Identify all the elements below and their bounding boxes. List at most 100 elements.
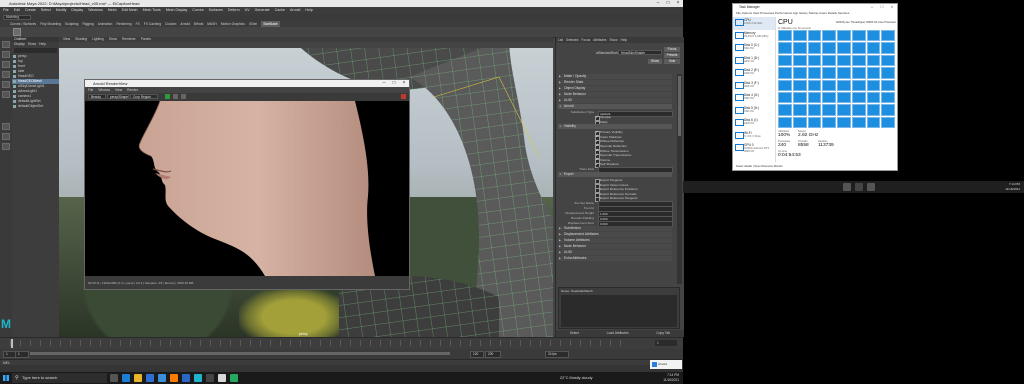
mail-icon[interactable] bbox=[158, 374, 166, 382]
maya-taskbar-icon[interactable] bbox=[194, 374, 202, 382]
menu-select[interactable]: Select bbox=[41, 7, 51, 14]
notepad-icon[interactable] bbox=[218, 374, 226, 382]
whatsapp-icon[interactable] bbox=[230, 374, 238, 382]
load-attributes-button[interactable]: Load Attributes bbox=[607, 330, 629, 337]
node-name-field[interactable]: HeadSkinShader bbox=[618, 50, 662, 55]
attribute-tab[interactable]: Selected bbox=[566, 37, 578, 43]
layout-four-icon[interactable] bbox=[2, 133, 10, 140]
menu-uv[interactable]: UV bbox=[245, 7, 250, 14]
outliner-search-input[interactable] bbox=[14, 48, 57, 53]
file-explorer-icon[interactable] bbox=[134, 374, 142, 382]
menu-cache[interactable]: Cache bbox=[275, 7, 285, 14]
performance-item[interactable]: Disk 2 (E:) HDD 0% bbox=[733, 67, 775, 80]
performance-item[interactable]: Disk 0 (C:) SSD 0% bbox=[733, 42, 775, 55]
range-start-field[interactable]: 1 bbox=[15, 351, 29, 358]
menu-edit-mesh[interactable]: Edit Mesh bbox=[122, 7, 138, 14]
notes-textarea[interactable] bbox=[561, 295, 677, 327]
store-icon[interactable] bbox=[146, 374, 154, 382]
section-header[interactable]: Volume Attributes bbox=[558, 237, 672, 243]
copy-tab-button[interactable]: Copy Tab bbox=[656, 330, 670, 337]
section-header[interactable]: Extra Attributes bbox=[558, 255, 672, 261]
outliner-item[interactable]: defaultObjectSet bbox=[12, 104, 59, 109]
menu-edit[interactable]: Edit bbox=[14, 7, 20, 14]
performance-item[interactable]: Disk 3 (F:) HDD 0% bbox=[733, 80, 775, 93]
right-task-icon-1[interactable] bbox=[843, 183, 851, 191]
menu-mesh[interactable]: Mesh bbox=[108, 7, 117, 14]
region-dropdown[interactable]: Crop Region bbox=[130, 94, 158, 99]
firefox-icon[interactable] bbox=[170, 374, 178, 382]
select-tool-icon[interactable] bbox=[2, 41, 10, 48]
shelf-tool-icon[interactable] bbox=[13, 28, 21, 36]
section-header[interactable]: Matte / Opacity bbox=[558, 74, 672, 79]
attribute-tab[interactable]: Show bbox=[610, 37, 618, 43]
section-header[interactable]: Render Stats bbox=[558, 80, 672, 85]
select-button[interactable]: Select bbox=[570, 330, 579, 337]
render-snapshot-icon[interactable] bbox=[181, 94, 186, 99]
section-header[interactable]: Subdivision bbox=[558, 225, 672, 231]
render-stop-icon[interactable] bbox=[401, 94, 406, 99]
section-header[interactable]: Node Behavior bbox=[558, 92, 672, 97]
menu-surfaces[interactable]: Surfaces bbox=[209, 7, 223, 14]
lasso-tool-icon[interactable] bbox=[2, 51, 10, 58]
range-bar[interactable] bbox=[30, 352, 450, 355]
outliner-menu-item[interactable]: Help bbox=[39, 42, 46, 47]
menu-deform[interactable]: Deform bbox=[228, 7, 240, 14]
section-header[interactable]: Displacement Attributes bbox=[558, 231, 672, 237]
render-close-icon[interactable]: × bbox=[399, 80, 409, 87]
attribute-scrollbar[interactable] bbox=[677, 74, 682, 284]
menu-help[interactable]: Help bbox=[305, 7, 312, 14]
focus-button[interactable]: Focus bbox=[664, 47, 680, 52]
performance-item[interactable]: Disk 5 (H:) SSD 0% bbox=[733, 105, 775, 118]
attribute-tab[interactable]: Help bbox=[621, 37, 628, 43]
performance-item[interactable]: Disk 1 (D:) HDD 1% bbox=[733, 55, 775, 68]
weather-widget[interactable]: 22°C Mostly cloudy bbox=[560, 372, 593, 384]
task-manager-footer[interactable]: Fewer details | Open Resource Monitor bbox=[733, 164, 900, 170]
performance-item[interactable]: GPU 0 NVIDIA GeForce RTX 3090 2% bbox=[733, 142, 775, 155]
performance-item[interactable]: Memory 35.6/127.9 GB (28%) bbox=[733, 30, 775, 43]
render-play-icon[interactable] bbox=[165, 94, 170, 99]
performance-item[interactable]: CPU 100% 2.92 GHz bbox=[733, 17, 775, 30]
task-manager-menu[interactable]: File Options View Processes Performance … bbox=[733, 10, 900, 16]
scale-tool-icon[interactable] bbox=[2, 91, 10, 98]
paint-tool-icon[interactable] bbox=[2, 61, 10, 68]
menu-curves[interactable]: Curves bbox=[192, 7, 203, 14]
render-minimize-icon[interactable]: – bbox=[379, 80, 389, 87]
notification-popup[interactable]: Arnold bbox=[650, 360, 682, 369]
aov-dropdown[interactable]: Beauty bbox=[88, 94, 106, 99]
menu-windows[interactable]: Windows bbox=[88, 7, 103, 14]
maximize-icon[interactable]: □ bbox=[663, 0, 673, 7]
outliner-menu-item[interactable]: Show bbox=[28, 42, 36, 47]
menu-display[interactable]: Display bbox=[71, 7, 83, 14]
layout-two-icon[interactable] bbox=[2, 143, 10, 150]
camera-dropdown[interactable]: persp/Shape bbox=[107, 94, 129, 99]
right-task-icon-3[interactable] bbox=[867, 183, 875, 191]
current-time-marker[interactable] bbox=[11, 339, 13, 348]
taskbar-search-input[interactable]: ⚲ Type here to search bbox=[12, 373, 107, 383]
performance-item[interactable]: Wi-Fi S: 0 R: 0 Kbps bbox=[733, 130, 775, 143]
current-frame-field[interactable]: 1 bbox=[655, 340, 677, 346]
section-header[interactable]: Visibility bbox=[558, 124, 672, 130]
taskmgr-taskbar-icon[interactable] bbox=[206, 374, 214, 382]
attribute-tab[interactable]: Focus bbox=[581, 37, 590, 43]
section-header[interactable]: Node Behavior bbox=[558, 243, 672, 249]
presets-button[interactable]: Presets bbox=[664, 53, 680, 58]
end-frame-field[interactable]: 200 bbox=[485, 351, 501, 358]
layout-single-icon[interactable] bbox=[2, 123, 10, 130]
scrollbar-thumb[interactable] bbox=[678, 76, 681, 136]
right-task-icon-2[interactable] bbox=[855, 183, 863, 191]
section-header[interactable]: Arnold bbox=[558, 104, 672, 109]
menu-arnold[interactable]: Arnold bbox=[290, 7, 300, 14]
section-header[interactable]: UUID bbox=[558, 98, 672, 103]
fps-dropdown[interactable]: 24 fps bbox=[545, 351, 569, 358]
workspace-dropdown[interactable]: Modeling bbox=[3, 15, 31, 20]
taskbar-clock[interactable]: 7:14 PM 11/16/2021 bbox=[663, 373, 679, 383]
performance-item[interactable]: Disk 6 (I:) HDD 0% bbox=[733, 117, 775, 130]
attribute-tab[interactable]: List bbox=[558, 37, 563, 43]
windows-start-icon[interactable] bbox=[3, 375, 9, 381]
right-taskbar-clock[interactable]: 7:14 PM 11/16/2021 bbox=[1005, 182, 1020, 192]
render-refresh-icon[interactable] bbox=[173, 94, 178, 99]
photoshop-icon[interactable] bbox=[182, 374, 190, 382]
menu-modify[interactable]: Modify bbox=[56, 7, 67, 14]
show-button[interactable]: Show bbox=[648, 59, 662, 64]
menu-mesh-display[interactable]: Mesh Display bbox=[166, 7, 188, 14]
